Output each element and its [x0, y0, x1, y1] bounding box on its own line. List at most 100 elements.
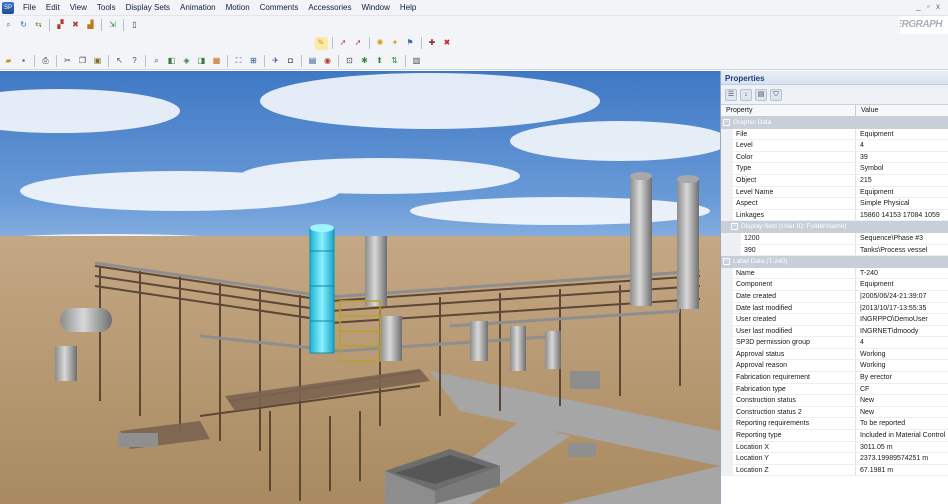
- walk-tool-icon[interactable]: ⇆: [32, 19, 45, 32]
- property-row[interactable]: Location Y 2373.19989574251 m: [721, 453, 948, 465]
- measure-tool-icon[interactable]: ▟: [84, 19, 97, 32]
- property-value[interactable]: Tanks\Process vessel: [856, 245, 948, 256]
- hide-tool-icon[interactable]: ✖: [69, 19, 82, 32]
- property-row[interactable]: SP3D permission group 4: [721, 337, 948, 349]
- sun-icon[interactable]: ✺: [374, 37, 387, 50]
- property-value[interactable]: Symbol: [856, 163, 948, 174]
- property-value[interactable]: Equipment: [856, 279, 948, 290]
- collapse-toggle-icon[interactable]: −: [723, 118, 730, 126]
- property-value[interactable]: Working: [856, 360, 948, 371]
- layers-icon[interactable]: ▤: [306, 54, 319, 67]
- property-value[interactable]: 4: [856, 140, 948, 151]
- zoom-tool-icon[interactable]: ⌕: [2, 19, 15, 32]
- property-value[interactable]: 2373.19989574251 m: [856, 453, 948, 464]
- menu-edit[interactable]: Edit: [41, 0, 65, 16]
- view-iso-icon[interactable]: ◈: [180, 54, 193, 67]
- clip-icon[interactable]: ⊡: [343, 54, 356, 67]
- property-value[interactable]: 3011.05 m: [856, 442, 948, 453]
- print-icon[interactable]: ⎙: [39, 54, 52, 67]
- select-tool-icon[interactable]: ▞: [54, 19, 67, 32]
- view-front-icon[interactable]: ◧: [165, 54, 178, 67]
- property-value[interactable]: By erector: [856, 372, 948, 383]
- flag-icon[interactable]: ⚑: [404, 37, 417, 50]
- property-value[interactable]: 15860 14153 17084 1059: [856, 210, 948, 221]
- property-row[interactable]: File Equipment: [721, 128, 948, 141]
- property-value[interactable]: INGRNET\dmoody: [856, 326, 948, 337]
- menu-animation[interactable]: Animation: [175, 0, 221, 16]
- categorized-icon[interactable]: ☰: [725, 88, 737, 101]
- fly-icon[interactable]: ✈: [269, 54, 282, 67]
- property-value[interactable]: T-240: [856, 268, 948, 279]
- help-icon[interactable]: ?: [128, 54, 141, 67]
- property-value[interactable]: 4: [856, 337, 948, 348]
- property-row[interactable]: Location Z 67.1981 m: [721, 464, 948, 477]
- property-value[interactable]: Sequence\Phase #3: [856, 233, 948, 244]
- alphabetical-icon[interactable]: ↓: [740, 88, 752, 101]
- copy-icon[interactable]: ❐: [76, 54, 89, 67]
- property-value[interactable]: 67.1981 m: [856, 465, 948, 476]
- pointer-multi-icon[interactable]: ➚: [352, 37, 365, 50]
- property-row[interactable]: Approval status Working: [721, 348, 948, 361]
- property-value[interactable]: 39: [856, 152, 948, 163]
- property-section-header[interactable]: − Label Data (T-240): [721, 256, 948, 268]
- property-row[interactable]: Linkages 15860 14153 17084 1059: [721, 209, 948, 222]
- cut-icon[interactable]: ✂: [61, 54, 74, 67]
- menu-comments[interactable]: Comments: [255, 0, 304, 16]
- collapse-toggle-icon[interactable]: −: [723, 257, 730, 265]
- property-row[interactable]: Construction status New: [721, 395, 948, 407]
- property-row[interactable]: Level 4: [721, 140, 948, 152]
- selected-equipment-t240[interactable]: [309, 224, 335, 354]
- property-value[interactable]: Equipment: [856, 187, 948, 198]
- 3d-viewport[interactable]: [0, 71, 720, 504]
- menu-view[interactable]: View: [65, 0, 92, 16]
- rotate-tool-icon[interactable]: ↻: [17, 19, 30, 32]
- close-markup-icon[interactable]: ✖: [441, 37, 454, 50]
- property-row[interactable]: User last modified INGRNET\dmoody: [721, 325, 948, 338]
- property-row[interactable]: Color 39: [721, 151, 948, 164]
- select-icon[interactable]: ↖: [113, 54, 126, 67]
- view-side-icon[interactable]: ▦: [210, 54, 223, 67]
- export-icon[interactable]: ⇲: [106, 19, 119, 32]
- property-pages-icon[interactable]: ▤: [755, 88, 767, 101]
- menu-help[interactable]: Help: [395, 0, 421, 16]
- property-value[interactable]: 215: [856, 175, 948, 186]
- property-section-header[interactable]: − Graphic Data: [721, 117, 948, 129]
- property-value[interactable]: Working: [856, 349, 948, 360]
- search-icon[interactable]: ⌕: [150, 54, 163, 67]
- property-row[interactable]: Construction status 2 New: [721, 406, 948, 419]
- property-row[interactable]: Fabrication requirement By erector: [721, 372, 948, 384]
- open-icon[interactable]: ▰: [2, 54, 15, 67]
- property-row[interactable]: Location X 3011.05 m: [721, 441, 948, 454]
- window-controls[interactable]: _ ▫ x: [916, 2, 942, 11]
- pointer-tool-icon[interactable]: ➚: [337, 37, 350, 50]
- camera-icon[interactable]: ◘: [284, 54, 297, 67]
- property-row[interactable]: Fabrication type CF: [721, 383, 948, 396]
- property-row[interactable]: Date last modified |2013/10/17-13:55:35: [721, 302, 948, 315]
- property-row[interactable]: Level Name Equipment: [721, 186, 948, 199]
- property-value[interactable]: Equipment: [856, 129, 948, 140]
- property-value[interactable]: CF: [856, 384, 948, 395]
- markup-icon[interactable]: ✚: [426, 37, 439, 50]
- display-set-icon[interactable]: ◉: [321, 54, 334, 67]
- property-value[interactable]: To be reported: [856, 418, 948, 429]
- property-row[interactable]: Date created |2005/06/24-21:39:07: [721, 290, 948, 303]
- property-row[interactable]: User created INGRPPO\DemoUser: [721, 314, 948, 326]
- property-value[interactable]: INGRPPO\DemoUser: [856, 314, 948, 325]
- property-row[interactable]: 390 Tanks\Process vessel: [721, 244, 948, 257]
- property-row[interactable]: Type Symbol: [721, 163, 948, 175]
- menu-display-sets[interactable]: Display Sets: [121, 0, 175, 16]
- zoom-extents-icon[interactable]: ⛶: [232, 54, 245, 67]
- new-document-icon[interactable]: ▯: [128, 19, 141, 32]
- filter-icon[interactable]: ⛉: [770, 88, 782, 101]
- property-row[interactable]: Name T-240: [721, 267, 948, 280]
- property-row[interactable]: Component Equipment: [721, 279, 948, 291]
- collapse-toggle-icon[interactable]: −: [731, 223, 738, 231]
- menu-accessories[interactable]: Accessories: [303, 0, 356, 16]
- grid-icon[interactable]: ▥: [410, 54, 423, 67]
- menu-window[interactable]: Window: [356, 0, 394, 16]
- property-column-header[interactable]: Property: [721, 105, 856, 116]
- annotation-icon[interactable]: ✱: [358, 54, 371, 67]
- property-value[interactable]: Simple Physical: [856, 198, 948, 209]
- property-value[interactable]: |2013/10/17-13:55:35: [856, 303, 948, 314]
- property-section-header[interactable]: − Display Sets (User ID: Folder\Name): [721, 221, 948, 233]
